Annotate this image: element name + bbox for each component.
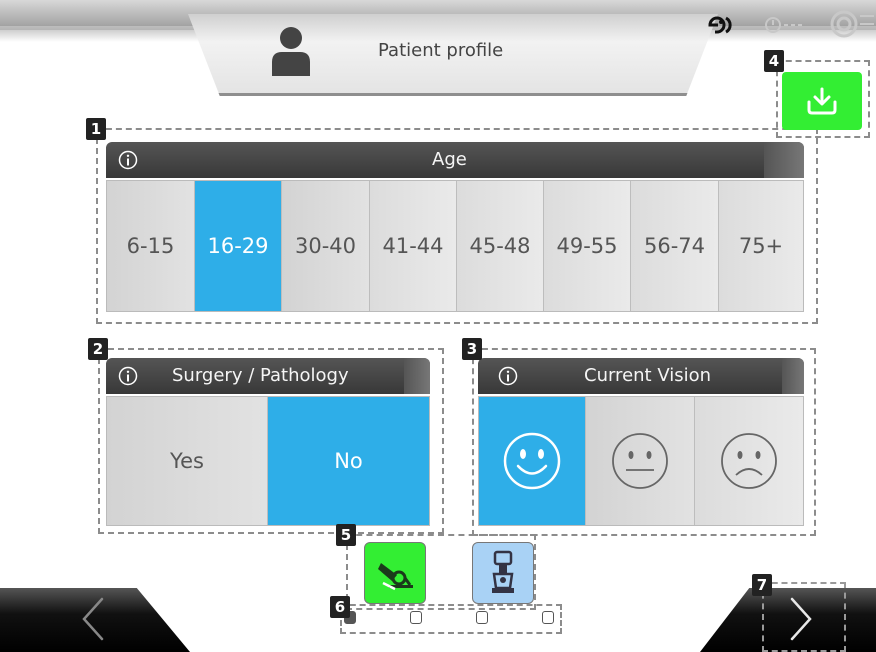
neutral-face-icon [612, 433, 668, 489]
microscope-mode-button[interactable] [364, 542, 426, 604]
header-shine [764, 142, 804, 178]
surgery-header: Surgery / Pathology [106, 358, 430, 394]
chevron-right-icon[interactable] [788, 596, 814, 642]
happy-face-icon [503, 432, 561, 490]
age-header: Age [106, 142, 804, 178]
age-option-selected[interactable]: 16-29 [195, 181, 282, 311]
age-option[interactable]: 30-40 [282, 181, 370, 311]
callout-badge-6: 6 [330, 596, 350, 618]
timer-icon[interactable] [764, 14, 804, 34]
callout-badge-3: 3 [462, 338, 482, 360]
callout-badge-1: 1 [86, 118, 106, 140]
surgery-option-yes[interactable]: Yes [107, 397, 268, 525]
device-mode-button[interactable] [472, 542, 534, 604]
header-shine [404, 358, 430, 394]
pager-dot[interactable] [542, 611, 554, 624]
age-title: Age [432, 149, 467, 170]
callout-badge-7: 7 [752, 574, 772, 596]
age-options: 6-15 16-29 30-40 41-44 45-48 49-55 56-74… [106, 180, 804, 312]
microscope-icon [378, 563, 413, 591]
surgery-option-no[interactable]: No [268, 397, 429, 525]
age-option[interactable]: 6-15 [107, 181, 195, 311]
vision-header: Current Vision [478, 358, 804, 394]
connection-icon[interactable] [706, 12, 740, 36]
surgery-options: Yes No [106, 396, 430, 526]
info-icon[interactable] [118, 150, 138, 170]
age-option[interactable]: 41-44 [370, 181, 457, 311]
pager-callout-frame [340, 604, 562, 634]
pager-dot[interactable] [410, 611, 422, 624]
callout-badge-2: 2 [88, 338, 108, 360]
callout-badge-4: 4 [764, 50, 784, 72]
age-option[interactable]: 56-74 [631, 181, 719, 311]
age-option[interactable]: 45-48 [457, 181, 544, 311]
vision-title: Current Vision [584, 365, 712, 386]
page-title: Patient profile [378, 40, 504, 61]
vision-option-bad[interactable] [694, 397, 803, 525]
vision-option-good[interactable] [479, 397, 587, 525]
age-option[interactable]: 49-55 [544, 181, 631, 311]
info-icon[interactable] [118, 366, 138, 386]
download-icon [807, 87, 837, 115]
settings-target-icon[interactable] [828, 10, 876, 40]
age-option[interactable]: 75+ [719, 181, 803, 311]
device-icon [492, 550, 514, 593]
chevron-left-icon[interactable] [80, 596, 106, 642]
person-icon [272, 27, 310, 76]
sad-face-icon [720, 433, 777, 489]
vision-options [478, 396, 804, 526]
info-icon[interactable] [498, 366, 518, 386]
pager-dot[interactable] [476, 611, 488, 624]
vision-option-neutral[interactable] [586, 397, 695, 525]
surgery-title: Surgery / Pathology [172, 365, 349, 386]
callout-badge-5: 5 [336, 524, 356, 546]
header-shine [782, 358, 804, 394]
download-button[interactable] [782, 72, 862, 130]
